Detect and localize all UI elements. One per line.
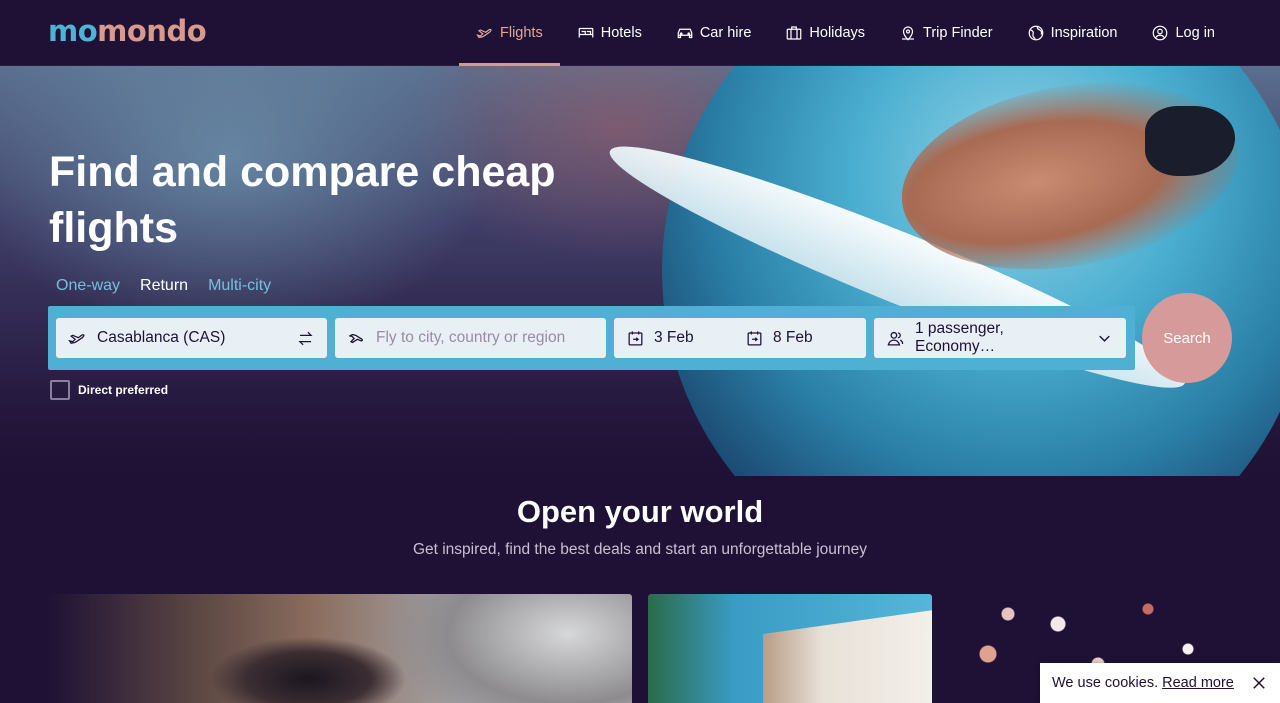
nav-trip-finder[interactable]: Trip Finder [882,0,1010,66]
nav-label: Trip Finder [923,25,993,41]
direct-preferred-label: Direct preferred [78,383,169,397]
car-icon [677,28,693,39]
swap-icon[interactable] [296,329,315,348]
close-icon[interactable] [1250,674,1268,692]
passengers-field[interactable]: 1 passenger, Economy… [874,318,1126,358]
plane-landing-icon [349,333,363,343]
map-pin-icon [902,26,915,41]
trip-type-return[interactable]: Return [140,277,188,295]
building-image [763,610,932,703]
main-nav: Flights Hotels Car hire Holidays Trip Fi… [459,0,1232,66]
return-date[interactable]: 8 Feb [745,329,854,348]
depart-date-value: 3 Feb [654,329,694,346]
nav-label: Hotels [600,25,642,41]
trip-type-multi-city[interactable]: Multi-city [208,277,271,295]
destination-field[interactable]: Fly to city, country or region [335,318,606,358]
nav-label: Holidays [809,25,866,41]
return-date-value: 8 Feb [773,329,813,346]
search-button[interactable]: Search [1142,293,1232,383]
nav-inspiration[interactable]: Inspiration [1010,0,1135,66]
calendar-depart-icon [628,330,643,345]
direct-preferred-checkbox[interactable] [50,380,70,400]
plane-takeoff-icon [68,333,85,344]
nav-holidays[interactable]: Holidays [768,0,882,66]
logo-part-2: mondo [97,14,207,48]
section-title: Open your world [516,494,764,529]
nav-label: Car hire [699,25,752,41]
suitcase-icon [787,26,802,40]
nav-flights[interactable]: Flights [459,0,560,66]
nav-log-in[interactable]: Log in [1134,0,1232,66]
nav-car-hire[interactable]: Car hire [659,0,769,66]
section-subtitle: Get inspired, find the best deals and st… [412,541,868,558]
cookie-banner: We use cookies. Read more [1040,663,1280,703]
nav-label: Log in [1175,25,1215,41]
passengers-value: 1 passenger, Economy… [915,320,1004,355]
hero-section: Find and compare cheap flights One-way R… [0,66,1280,476]
inspiration-card[interactable] [648,594,932,703]
cookie-read-more-link[interactable]: Read more [1162,675,1234,691]
globe-icon [1028,25,1043,41]
trip-type-selector: One-way Return Multi-city [56,277,271,295]
flight-search-form: Casablanca (CAS) Fly to city, country or… [48,306,1135,370]
inspiration-card[interactable] [48,594,632,703]
plane-icon [476,28,492,39]
cookie-text: We use cookies. [1052,675,1159,691]
calendar-return-icon [747,330,762,345]
nav-label: Inspiration [1050,25,1118,41]
destination-placeholder: Fly to city, country or region [376,329,566,346]
logo-part-1: mo [48,14,98,48]
chevron-down-icon [1099,335,1110,342]
nav-label: Flights [500,25,543,41]
nav-hotels[interactable]: Hotels [560,0,659,66]
top-header: momondo Flights Hotels Car hire Holidays… [0,0,1280,66]
depart-date[interactable]: 3 Feb [626,329,735,348]
passengers-icon [887,331,904,345]
bed-icon [578,27,594,38]
direct-preferred[interactable]: Direct preferred [50,380,168,400]
hero-title: Find and compare cheap flights [49,148,556,252]
trip-type-one-way[interactable]: One-way [56,277,120,295]
momondo-logo[interactable]: momondo [48,14,207,48]
origin-value: Casablanca (CAS) [97,329,226,346]
dates-field[interactable]: 3 Feb 8 Feb [614,318,866,358]
user-icon [1153,25,1168,41]
origin-field[interactable]: Casablanca (CAS) [56,318,327,358]
